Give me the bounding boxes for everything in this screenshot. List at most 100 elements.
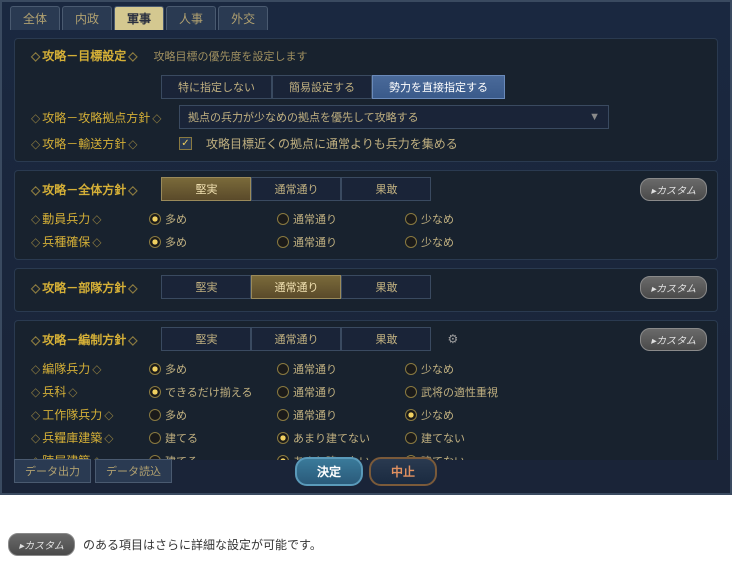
radio-label: 通常通り bbox=[293, 384, 337, 400]
radio-dot-icon bbox=[405, 386, 417, 398]
target-opt-direct[interactable]: 勢力を直接指定する bbox=[372, 75, 505, 99]
radio-group: できるだけ揃える 通常通り 武将の適性重視 bbox=[149, 384, 701, 400]
content-area: 攻略－目標設定 攻略目標の優先度を設定します 特に指定しない 簡易設定する 勢力… bbox=[2, 30, 730, 460]
option-row: 工作隊兵力 多め 通常通り 少なめ bbox=[23, 403, 709, 426]
data-export-button[interactable]: データ出力 bbox=[14, 459, 91, 483]
target-title: 攻略－目標設定 bbox=[23, 45, 145, 66]
radio-dot-icon bbox=[277, 386, 289, 398]
radio-dot-icon bbox=[405, 409, 417, 421]
radio-label: 多め bbox=[165, 234, 187, 250]
radio-option[interactable]: できるだけ揃える bbox=[149, 384, 269, 400]
unit-seg-normal[interactable]: 通常通り bbox=[251, 275, 341, 299]
overall-seg-normal[interactable]: 通常通り bbox=[251, 177, 341, 201]
unit-title: 攻略－部隊方針 bbox=[23, 277, 145, 298]
radio-option[interactable]: 多め bbox=[149, 407, 269, 423]
row-label: 兵科 bbox=[31, 383, 141, 400]
radio-option[interactable]: 多め bbox=[149, 211, 269, 227]
cancel-button[interactable]: 中止 bbox=[369, 457, 437, 486]
radio-option[interactable]: 少なめ bbox=[405, 407, 525, 423]
radio-option[interactable]: あまり建てない bbox=[277, 430, 397, 446]
radio-dot-icon bbox=[277, 236, 289, 248]
target-opt-simple[interactable]: 簡易設定する bbox=[272, 75, 372, 99]
settings-window: 全体 内政 軍事 人事 外交 攻略－目標設定 攻略目標の優先度を設定します 特に… bbox=[0, 0, 732, 495]
radio-dot-icon bbox=[149, 236, 161, 248]
radio-dot-icon bbox=[277, 432, 289, 444]
radio-group: 多め 通常通り 少なめ bbox=[149, 361, 701, 377]
radio-label: 多め bbox=[165, 211, 187, 227]
formation-seg-normal[interactable]: 通常通り bbox=[251, 327, 341, 351]
radio-label: 多め bbox=[165, 407, 187, 423]
footnote-text: のある項目はさらに詳細な設定が可能です。 bbox=[83, 536, 322, 553]
overall-segs: 堅実 通常通り 果敢 bbox=[161, 177, 431, 201]
tab-domestic[interactable]: 内政 bbox=[62, 6, 112, 30]
base-title: 攻略－攻略拠点方針 bbox=[31, 109, 171, 126]
radio-group: 多め 通常通り少なめ bbox=[149, 211, 701, 227]
radio-option[interactable]: 多め bbox=[149, 361, 269, 377]
ok-button[interactable]: 決定 bbox=[295, 457, 363, 486]
unit-seg-bold[interactable]: 果敢 bbox=[341, 275, 431, 299]
option-row: 編隊兵力 多め 通常通り 少なめ bbox=[23, 357, 709, 380]
option-row: 動員兵力 多め 通常通り少なめ bbox=[23, 207, 709, 230]
radio-label: 武将の適性重視 bbox=[421, 384, 498, 400]
base-value: 拠点の兵力が少なめの拠点を優先して攻略する bbox=[188, 109, 419, 125]
radio-dot-icon bbox=[405, 213, 417, 225]
target-desc: 攻略目標の優先度を設定します bbox=[153, 48, 307, 64]
unit-custom-button[interactable]: ▸カスタム bbox=[640, 276, 707, 299]
radio-option[interactable]: 通常通り bbox=[277, 361, 397, 377]
tab-military[interactable]: 軍事 bbox=[114, 6, 164, 30]
radio-option[interactable]: 少なめ bbox=[405, 211, 525, 227]
radio-option[interactable]: 通常通り bbox=[277, 234, 397, 250]
overall-seg-solid[interactable]: 堅実 bbox=[161, 177, 251, 201]
transport-label: 攻略目標近くの拠点に通常よりも兵力を集める bbox=[206, 135, 458, 152]
radio-group: 多め 通常通り 少なめ bbox=[149, 407, 701, 423]
radio-dot-icon bbox=[149, 213, 161, 225]
formation-segs: 堅実 通常通り 果敢 bbox=[161, 327, 431, 351]
row-label: 動員兵力 bbox=[31, 210, 141, 227]
radio-option[interactable]: 少なめ bbox=[405, 234, 525, 250]
row-label: 編隊兵力 bbox=[31, 360, 141, 377]
radio-dot-icon bbox=[149, 386, 161, 398]
target-opt-none[interactable]: 特に指定しない bbox=[161, 75, 272, 99]
formation-section: 攻略－編制方針 堅実 通常通り 果敢 ⚙ ▸カスタム 編隊兵力多め通常通り少なめ… bbox=[14, 320, 718, 460]
tab-personnel[interactable]: 人事 bbox=[166, 6, 216, 30]
overall-seg-bold[interactable]: 果敢 bbox=[341, 177, 431, 201]
formation-seg-bold[interactable]: 果敢 bbox=[341, 327, 431, 351]
target-options: 特に指定しない 簡易設定する 勢力を直接指定する bbox=[161, 75, 505, 99]
overall-section: 攻略－全体方針 堅実 通常通り 果敢 ▸カスタム 動員兵力多め通常通り少なめ兵種… bbox=[14, 170, 718, 260]
overall-title: 攻略－全体方針 bbox=[23, 179, 145, 200]
radio-dot-icon bbox=[149, 432, 161, 444]
target-section: 攻略－目標設定 攻略目標の優先度を設定します 特に指定しない 簡易設定する 勢力… bbox=[14, 38, 718, 162]
radio-dot-icon bbox=[149, 409, 161, 421]
radio-option[interactable]: 少なめ bbox=[405, 361, 525, 377]
transport-checkbox[interactable]: ✓ bbox=[179, 137, 192, 150]
radio-label: 少なめ bbox=[421, 407, 454, 423]
formation-custom-button[interactable]: ▸カスタム bbox=[640, 328, 707, 351]
formation-seg-solid[interactable]: 堅実 bbox=[161, 327, 251, 351]
gear-icon[interactable]: ⚙ bbox=[447, 332, 458, 346]
footnote: ▸カスタム のある項目はさらに詳細な設定が可能です。 bbox=[0, 525, 732, 564]
data-import-button[interactable]: データ読込 bbox=[95, 459, 172, 483]
radio-label: 多め bbox=[165, 361, 187, 377]
radio-dot-icon bbox=[277, 409, 289, 421]
formation-title: 攻略－編制方針 bbox=[23, 329, 145, 350]
radio-label: 通常通り bbox=[293, 361, 337, 377]
radio-dot-icon bbox=[405, 236, 417, 248]
radio-option[interactable]: 建てない bbox=[405, 430, 525, 446]
radio-dot-icon bbox=[405, 363, 417, 375]
unit-section: 攻略－部隊方針 堅実 通常通り 果敢 ▸カスタム bbox=[14, 268, 718, 312]
radio-label: 少なめ bbox=[421, 234, 454, 250]
radio-option[interactable]: 建てる bbox=[149, 430, 269, 446]
radio-option[interactable]: 通常通り bbox=[277, 384, 397, 400]
radio-dot-icon bbox=[277, 363, 289, 375]
base-dropdown[interactable]: 拠点の兵力が少なめの拠点を優先して攻略する ▼ bbox=[179, 105, 609, 129]
overall-custom-button[interactable]: ▸カスタム bbox=[640, 178, 707, 201]
radio-option[interactable]: 通常通り bbox=[277, 211, 397, 227]
radio-option[interactable]: 武将の適性重視 bbox=[405, 384, 525, 400]
option-row: 兵糧庫建築建てるあまり建てない建てない bbox=[23, 426, 709, 449]
tab-diplomacy[interactable]: 外交 bbox=[218, 6, 268, 30]
row-label: 工作隊兵力 bbox=[31, 406, 141, 423]
unit-seg-solid[interactable]: 堅実 bbox=[161, 275, 251, 299]
radio-option[interactable]: 多め bbox=[149, 234, 269, 250]
tab-all[interactable]: 全体 bbox=[10, 6, 60, 30]
radio-option[interactable]: 通常通り bbox=[277, 407, 397, 423]
